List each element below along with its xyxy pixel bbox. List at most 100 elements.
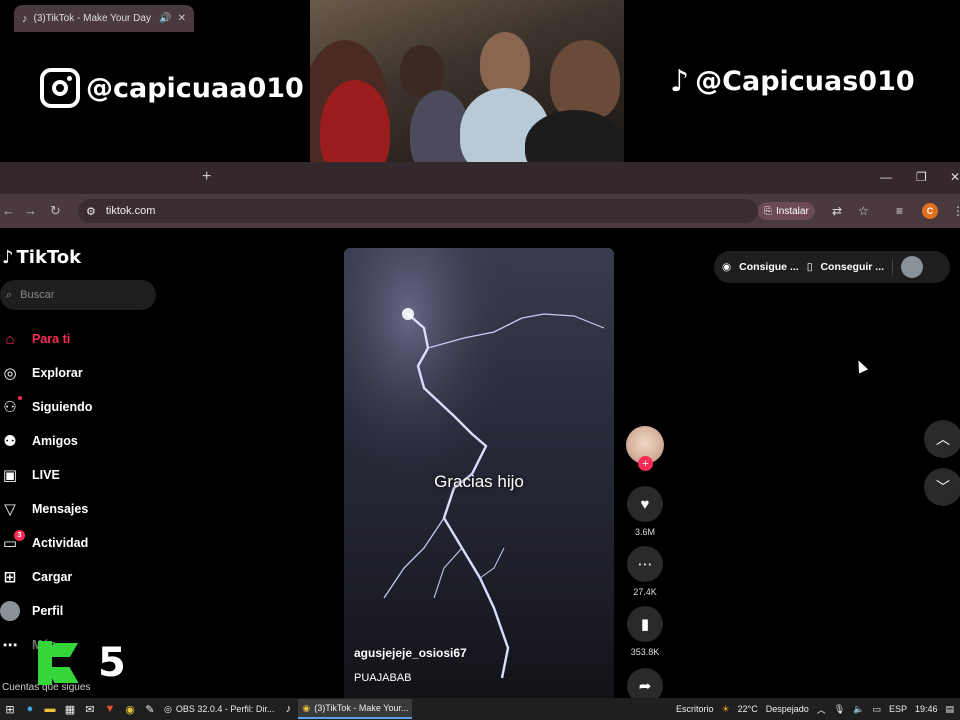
weather-temp[interactable]: 22°C xyxy=(738,704,758,714)
edge-icon[interactable]: ● xyxy=(20,703,40,715)
sidebar-item-label: Mensajes xyxy=(32,502,89,516)
sidebar-item-siguiendo[interactable]: ⚇ Siguiendo xyxy=(0,390,92,424)
close-tab-icon[interactable]: ✕ xyxy=(178,13,186,24)
counter-value: 5 xyxy=(98,640,126,686)
sidebar-item-amigos[interactable]: ⚉ Amigos xyxy=(0,424,92,458)
sidebar-item-label: Siguiendo xyxy=(32,400,93,414)
site-info-icon[interactable]: ⚙ xyxy=(86,205,96,218)
bookmark-star-icon[interactable]: ☆ xyxy=(858,204,869,218)
translate-icon[interactable]: ⇄ xyxy=(832,204,842,218)
phone-icon: ▯ xyxy=(806,261,813,273)
save-button[interactable]: ▮ 353.8K xyxy=(626,606,664,657)
chrome-small-icon: ◉ xyxy=(302,702,311,713)
sidebar-item-label: Explorar xyxy=(32,366,83,380)
comment-button[interactable]: ⋯ 27.4K xyxy=(626,546,664,597)
taskbar-chrome-tiktok[interactable]: ◉ (3)TikTok - Make Your... xyxy=(298,699,413,719)
microphone-icon[interactable]: 🎙 xyxy=(834,704,845,715)
close-window-button[interactable]: ✕ xyxy=(950,170,960,184)
instagram-handle-text: @capicuaa010 xyxy=(86,72,304,104)
mail-icon[interactable]: ✉ xyxy=(80,703,100,716)
obs-icon: ◎ xyxy=(164,703,172,714)
kick-logo-icon xyxy=(38,641,79,685)
comment-count: 27.4K xyxy=(633,587,657,597)
windows-taskbar: ⊞ ● ▬ ▦ ✉ ▼ ◉ ✎ ◎ OBS 32.0.4 - Perfil: D… xyxy=(0,698,960,720)
video-caption: Gracias hijo xyxy=(434,472,524,491)
windows-start-icon[interactable]: ⊞ xyxy=(0,703,20,716)
bookmark-icon: ▮ xyxy=(627,606,663,642)
activity-badge: 3 xyxy=(14,530,25,541)
webcam-feed xyxy=(310,0,624,176)
sidebar-item-cargar[interactable]: ⊞ Cargar xyxy=(0,560,92,594)
forward-button[interactable]: → xyxy=(24,203,37,218)
heart-icon: ♥ xyxy=(627,486,663,522)
reload-button[interactable]: ↻ xyxy=(50,203,61,219)
new-tab-button[interactable]: + xyxy=(202,168,211,186)
video-description: PUAJABAB xyxy=(354,672,412,684)
speaker-icon[interactable]: 🔊 xyxy=(159,13,171,24)
search-input[interactable]: ⌕ Buscar xyxy=(0,280,156,310)
sidebar-item-label: Cargar xyxy=(32,570,73,584)
network-icon[interactable]: ▭ xyxy=(872,704,881,715)
chevron-down-icon: ﹀ xyxy=(936,479,950,495)
store-icon[interactable]: ▦ xyxy=(60,703,80,716)
desktop-toolbar[interactable]: Escritorio xyxy=(676,704,714,714)
home-icon: ⌂ xyxy=(5,330,15,348)
brave-icon[interactable]: ▼ xyxy=(100,703,120,715)
coins-icon: ◉ xyxy=(722,261,732,273)
video-author[interactable]: agusjejeje_osiosi67 xyxy=(354,646,467,660)
clock[interactable]: 19:46 xyxy=(915,704,938,714)
restore-button[interactable]: ❐ xyxy=(916,170,927,184)
tray-chevron-icon[interactable]: ︿ xyxy=(817,703,826,716)
sidebar-item-label: Perfil xyxy=(32,604,64,618)
back-button[interactable]: ← xyxy=(2,203,15,218)
sidebar-item-label: LIVE xyxy=(32,468,60,482)
browser-tab[interactable]: ♪ (3)TikTok - Make Your Day 🔊 ✕ xyxy=(14,5,194,32)
system-tray: Escritorio ☀ 22°C Despejado ︿ 🎙 🔈 ▭ ESP … xyxy=(676,698,954,720)
media-controls-icon[interactable]: ≡ xyxy=(896,204,903,218)
promo-item-2[interactable]: Conseguir ... xyxy=(820,261,884,273)
sidebar-item-para-ti[interactable]: ⌂ Para ti xyxy=(0,322,92,356)
tiktok-app-icon[interactable]: ♪ xyxy=(278,703,298,715)
profile-avatar-button[interactable]: C xyxy=(922,203,938,219)
profile-avatar xyxy=(0,601,20,621)
sidebar-item-explorar[interactable]: ◎ Explorar xyxy=(0,356,92,390)
chrome-icon[interactable]: ◉ xyxy=(120,703,140,716)
volume-icon[interactable]: 🔈 xyxy=(853,704,864,715)
like-count: 3.6M xyxy=(634,527,655,537)
sidebar-item-label: Amigos xyxy=(32,434,78,448)
video-player[interactable]: Gracias hijo agusjejeje_osiosi67 PUAJABA… xyxy=(344,248,614,698)
more-icon: ⋯ xyxy=(2,637,18,654)
notifications-icon[interactable]: ▤ xyxy=(945,704,954,715)
paint-icon[interactable]: ✎ xyxy=(140,703,160,716)
promo-item-1[interactable]: Consigue ... xyxy=(739,261,799,273)
divider xyxy=(892,259,894,275)
save-count: 353.8K xyxy=(630,647,660,657)
instagram-handle: @capicuaa010 xyxy=(40,68,304,108)
weather-desc[interactable]: Despejado xyxy=(766,704,809,714)
file-explorer-icon[interactable]: ▬ xyxy=(40,703,60,715)
sidebar-item-label: Para ti xyxy=(32,332,71,346)
menu-kebab-icon[interactable]: ⋮ xyxy=(952,204,960,218)
messages-icon: ▽ xyxy=(4,501,16,518)
install-icon: ⎘ xyxy=(764,205,772,217)
previous-video-button[interactable]: ︿ xyxy=(924,420,960,458)
sidebar-item-live[interactable]: ▣ LIVE xyxy=(0,458,92,492)
minimize-button[interactable]: — xyxy=(880,170,892,184)
comment-icon: ⋯ xyxy=(627,546,663,582)
weather-icon: ☀ xyxy=(721,703,730,714)
language-indicator[interactable]: ESP xyxy=(889,704,907,714)
install-app-button[interactable]: ⎘ Instalar xyxy=(758,202,815,220)
taskbar-obs[interactable]: ◎ OBS 32.0.4 - Perfil: Dir... xyxy=(160,699,278,719)
sidebar-item-perfil[interactable]: Perfil xyxy=(0,594,92,628)
instagram-icon xyxy=(40,68,80,108)
next-video-button[interactable]: ﹀ xyxy=(924,468,960,506)
sidebar-item-mensajes[interactable]: ▽ Mensajes xyxy=(0,492,92,526)
like-button[interactable]: ♥ 3.6M xyxy=(626,486,664,537)
account-avatar[interactable] xyxy=(901,256,924,278)
sidebar-item-actividad[interactable]: ▭ 3 Actividad xyxy=(0,526,92,560)
address-bar[interactable]: ⚙ tiktok.com xyxy=(78,199,758,223)
tiktok-logo[interactable]: ♪ TikTok xyxy=(2,247,81,268)
follow-plus-icon[interactable]: + xyxy=(638,456,653,471)
creator-avatar[interactable]: + xyxy=(626,426,664,471)
chevron-up-icon: ︿ xyxy=(936,431,950,447)
